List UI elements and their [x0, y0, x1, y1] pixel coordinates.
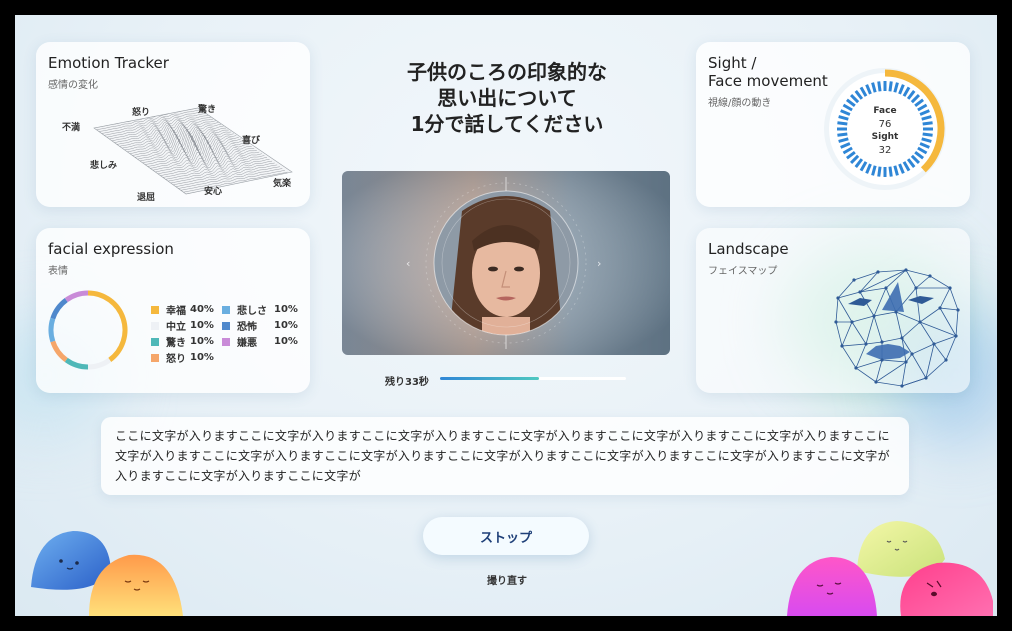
chevron-right-icon: ›	[597, 257, 602, 270]
gauge-tick	[888, 166, 893, 177]
mesh-point	[864, 342, 868, 346]
facial-expression-card: facial expression 表情 幸福 40% 中立 10% 驚き 10…	[36, 228, 310, 393]
emotion-tracker-card: Emotion Tracker 感情の変化 怒り 驚き 不満 喜び 悲しみ 気楽…	[36, 42, 310, 207]
legend-swatch	[222, 337, 230, 346]
mesh-point	[880, 340, 884, 344]
mesh-point	[910, 352, 914, 356]
expression-donut-chart	[48, 290, 128, 370]
mesh-point	[938, 306, 942, 310]
facial-expression-subtitle: 表情	[48, 266, 68, 277]
mesh-point	[944, 358, 948, 362]
emotion-label-joy: 喜び	[242, 136, 261, 146]
app-screen: Emotion Tracker 感情の変化 怒り 驚き 不満 喜び 悲しみ 気楽…	[15, 15, 997, 616]
timer-progress-bar	[440, 377, 626, 380]
legend-sadness: 悲しさ 10%	[222, 302, 298, 317]
legend-anger: 怒り 10%	[151, 350, 214, 365]
emotion-label-relief: 安心	[204, 187, 223, 197]
face-value: 76	[878, 119, 892, 130]
mesh-point	[836, 296, 840, 300]
gauge-readout: Face 76 Sight 32	[850, 105, 920, 157]
mesh-point	[956, 308, 960, 312]
gauge-tick	[922, 132, 933, 137]
mesh-point	[954, 334, 958, 338]
retake-link[interactable]: 撮り直す	[477, 572, 537, 587]
legend-swatch	[151, 321, 159, 330]
mesh-point	[840, 344, 844, 348]
face-mesh-map	[834, 268, 960, 388]
mesh-point	[858, 290, 862, 294]
mesh-point	[852, 278, 856, 282]
emotion-label-surprise: 驚き	[198, 105, 217, 115]
legend-neutral: 中立 10%	[151, 318, 214, 333]
donut-slice	[50, 298, 68, 320]
legend-happiness: 幸福 40%	[151, 302, 214, 317]
mesh-point	[948, 286, 952, 290]
stop-button[interactable]: ストップ	[423, 517, 589, 555]
mesh-point	[850, 320, 854, 324]
mesh-point	[894, 310, 898, 314]
legend-swatch	[222, 321, 230, 330]
legend-swatch	[151, 337, 159, 346]
facial-expression-title: facial expression	[48, 240, 174, 258]
legend-swatch	[222, 305, 230, 314]
donut-slice	[64, 357, 89, 370]
mesh-point	[880, 358, 884, 362]
landscape-card: Landscape フェイスマップ	[696, 228, 970, 393]
emotion-label-anger: 怒り	[132, 108, 151, 118]
mesh-point	[854, 366, 858, 370]
sight-subtitle: 視線/顔の動き	[708, 98, 772, 109]
legend-disgust: 嫌悪 10%	[222, 334, 298, 349]
emotion-label-boredom: 退屈	[137, 193, 156, 203]
donut-slice	[87, 357, 112, 370]
donut-slice	[87, 290, 128, 362]
face-label: Face	[873, 106, 897, 116]
gauge-tick	[877, 81, 882, 92]
sight-card: Sight / Face movement 視線/顔の動き Face 76 Si…	[696, 42, 970, 207]
mascot-group-left	[31, 531, 183, 616]
mesh-point	[900, 384, 904, 388]
mesh-point	[928, 274, 932, 278]
face-video-feed	[342, 171, 670, 355]
legend-swatch	[151, 305, 159, 314]
question-heading: 子供のころの印象的な 思い出について 1分で話してください	[407, 60, 607, 136]
emotion-label-ease: 気楽	[273, 179, 292, 189]
mesh-point	[932, 342, 936, 346]
gauge-tick	[877, 166, 882, 177]
legend-fear: 恐怖 10%	[222, 318, 298, 333]
donut-slice	[64, 290, 89, 303]
timer-progress-fill	[440, 377, 539, 380]
donut-slice	[48, 317, 56, 343]
emotion-label-sadness: 悲しみ	[90, 161, 118, 171]
mesh-point	[904, 360, 908, 364]
legend-swatch	[151, 353, 159, 362]
gauge-tick	[837, 121, 848, 126]
gauge-tick	[837, 132, 848, 137]
mesh-point	[924, 376, 928, 380]
mesh-point	[874, 380, 878, 384]
mesh-point	[884, 286, 888, 290]
mesh-point	[876, 270, 880, 274]
sight-value: 32	[878, 145, 892, 156]
sight-title: Sight / Face movement	[708, 54, 828, 90]
mesh-point	[918, 320, 922, 324]
landscape-subtitle: フェイスマップ	[708, 266, 778, 277]
legend-surprise: 驚き 10%	[151, 334, 214, 349]
mesh-point	[872, 314, 876, 318]
gauge-tick	[922, 121, 933, 126]
mesh-point	[834, 320, 838, 324]
gauge-tick	[888, 81, 893, 92]
mesh-point	[900, 336, 904, 340]
mesh-point	[914, 286, 918, 290]
mascot-group-right	[787, 521, 993, 616]
sight-label: Sight	[871, 132, 899, 142]
camera-preview: ‹ ›	[342, 171, 670, 355]
transcript-panel: ここに文字が入りますここに文字が入りますここに文字が入りますここに文字が入ります…	[101, 417, 909, 495]
remaining-time-label: 残り33秒	[385, 377, 429, 388]
mesh-point	[904, 268, 908, 272]
landscape-title: Landscape	[708, 240, 789, 258]
donut-slice	[50, 340, 68, 362]
transcript-text: ここに文字が入りますここに文字が入りますここに文字が入りますここに文字が入ります…	[115, 429, 890, 483]
chevron-left-icon: ‹	[406, 257, 411, 270]
emotion-label-dissatisfaction: 不満	[62, 123, 81, 133]
